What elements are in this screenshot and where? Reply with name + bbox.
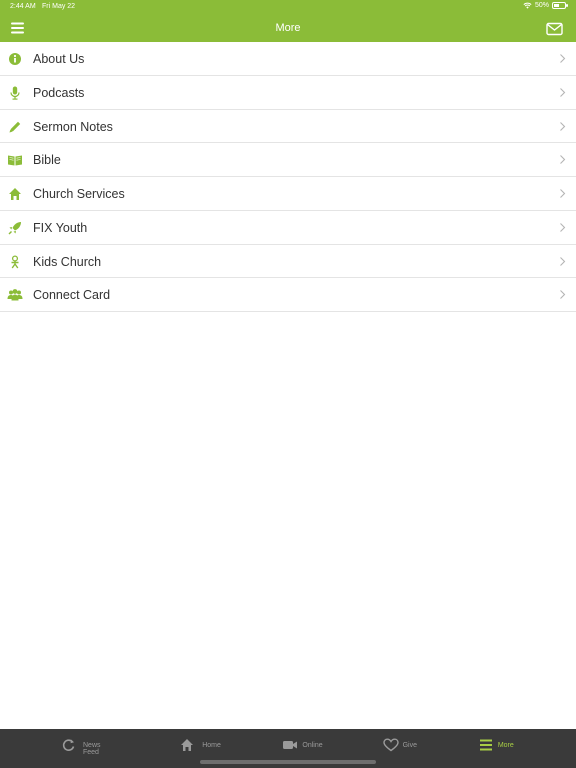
page-title: More bbox=[275, 22, 301, 34]
menu-item-label: Podcasts bbox=[33, 85, 85, 100]
menu-item-about-us[interactable]: About Us bbox=[0, 42, 576, 76]
tab-label: Online bbox=[302, 742, 323, 749]
rocket-icon bbox=[7, 220, 23, 236]
video-camera-icon bbox=[283, 741, 298, 749]
refresh-icon bbox=[62, 739, 75, 751]
battery-icon bbox=[552, 2, 568, 9]
tab-label: Home bbox=[202, 742, 221, 749]
chevron-right-icon bbox=[560, 256, 566, 266]
group-icon bbox=[7, 287, 23, 303]
tab-label: News Feed bbox=[83, 742, 101, 756]
child-icon bbox=[7, 254, 23, 270]
tab-more[interactable]: More bbox=[461, 729, 576, 768]
microphone-icon bbox=[7, 85, 23, 101]
home-icon bbox=[181, 739, 194, 751]
chevron-right-icon bbox=[560, 121, 566, 131]
menu-item-podcasts[interactable]: Podcasts bbox=[0, 75, 576, 110]
home-icon bbox=[7, 186, 23, 202]
mail-icon bbox=[546, 22, 563, 36]
menu-item-bible[interactable]: Bible bbox=[0, 143, 576, 177]
menu-item-label: FIX Youth bbox=[33, 220, 88, 235]
book-icon bbox=[7, 152, 23, 168]
chevron-right-icon bbox=[560, 189, 566, 198]
status-bar: 2:44 AM Fri May 22 50% bbox=[0, 0, 576, 14]
menu-item-kids-church[interactable]: Kids Church bbox=[0, 244, 576, 279]
menu-item-connect-card[interactable]: Connect Card bbox=[0, 278, 576, 312]
menu-item-label: Kids Church bbox=[33, 254, 102, 269]
nav-bar: More bbox=[0, 14, 576, 42]
tab-label: Give bbox=[402, 742, 418, 749]
menu-item-church-services[interactable]: Church Services bbox=[0, 177, 576, 211]
status-time: 2:44 AM bbox=[10, 3, 36, 10]
chevron-right-icon bbox=[560, 87, 566, 97]
heart-icon bbox=[382, 738, 399, 752]
tab-news-feed[interactable]: News Feed bbox=[0, 729, 115, 768]
menu-item-label: About Us bbox=[33, 52, 85, 66]
menu-item-label: Connect Card bbox=[33, 288, 111, 303]
status-right: 50% bbox=[523, 2, 568, 9]
chevron-right-icon bbox=[560, 155, 566, 165]
mail-button[interactable] bbox=[546, 22, 564, 36]
menu-item-label: Sermon Notes bbox=[33, 119, 113, 134]
chevron-right-icon bbox=[560, 54, 566, 63]
list-icon bbox=[479, 739, 492, 751]
tab-label: More bbox=[497, 742, 514, 749]
status-date: Fri May 22 bbox=[42, 3, 76, 10]
menu-item-label: Bible bbox=[33, 153, 61, 168]
battery-fill bbox=[554, 4, 559, 7]
wifi-icon bbox=[523, 2, 532, 9]
battery-percent: 50% bbox=[534, 2, 549, 9]
chevron-right-icon bbox=[560, 290, 566, 300]
more-menu-list: About Us Podcasts Sermon Notes Bible Chu… bbox=[0, 42, 576, 312]
home-indicator bbox=[200, 760, 376, 764]
menu-item-fix-youth[interactable]: FIX Youth bbox=[0, 210, 576, 245]
pencil-icon bbox=[7, 119, 23, 135]
chevron-right-icon bbox=[560, 222, 566, 232]
menu-item-sermon-notes[interactable]: Sermon Notes bbox=[0, 109, 576, 144]
info-icon bbox=[7, 51, 23, 67]
menu-item-label: Church Services bbox=[33, 187, 125, 201]
